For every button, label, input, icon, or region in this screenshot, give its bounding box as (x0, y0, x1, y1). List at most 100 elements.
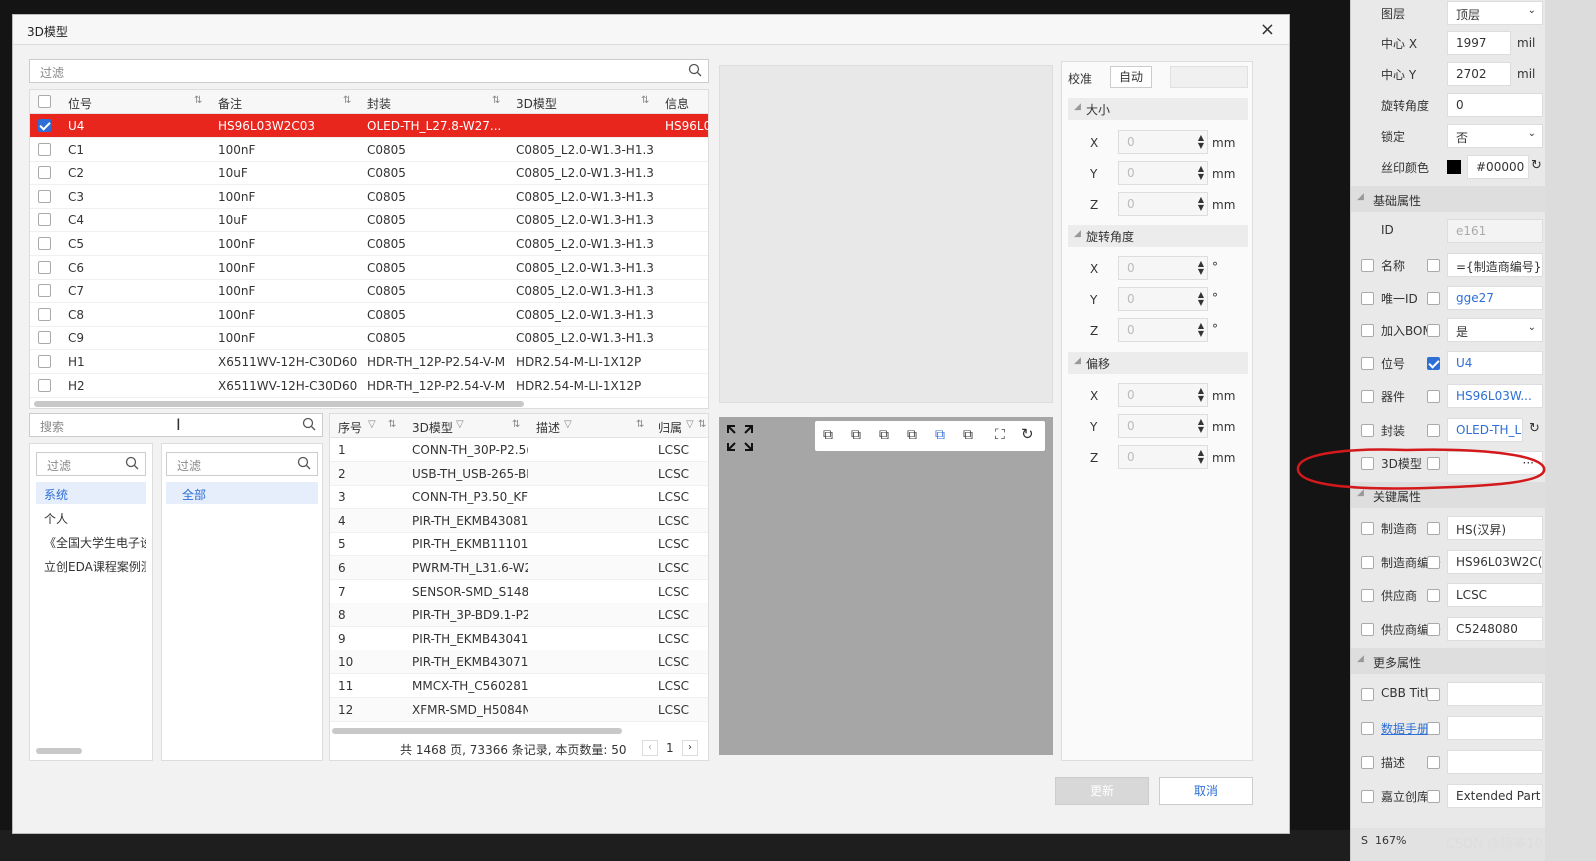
filter-icon[interactable]: ▽ (368, 419, 376, 430)
table-row[interactable]: 1 CONN-TH_30P-P2.5(LCSC (330, 438, 708, 462)
cancel-button[interactable]: 取消 (1159, 777, 1253, 805)
row-checkbox[interactable] (38, 119, 51, 132)
col-info[interactable]: 信息 (665, 95, 689, 112)
view-left-icon[interactable]: ⧉ (879, 427, 889, 443)
search-icon[interactable] (125, 456, 139, 470)
col-model[interactable]: 3D模型 (412, 419, 453, 436)
table-row[interactable]: 9 PIR-TH_EKMB43041' LCSC (330, 627, 708, 651)
table-row[interactable]: 12 XFMR-SMD_H5084N LCSC (330, 697, 708, 722)
library-item-contest[interactable]: 《全国大学生电子设 (36, 530, 146, 552)
filter-icon[interactable]: ▽ (686, 419, 694, 430)
sort-icon[interactable]: ⇅ (343, 95, 351, 106)
rot-x-input[interactable]: 0 ▲ ▼ (1118, 256, 1208, 280)
sort-icon[interactable]: ⇅ (512, 419, 520, 430)
table-row[interactable]: 7 SENSOR-SMD_S148 LCSC (330, 580, 708, 604)
row-checkbox[interactable] (38, 213, 51, 227)
category-item-all[interactable]: 全部 (166, 482, 318, 504)
row-checkbox[interactable] (38, 331, 51, 345)
table-row[interactable]: 3 CONN-TH_P3.50_KF LCSC (330, 485, 708, 510)
horizontal-scrollbar[interactable] (34, 401, 524, 407)
table-row[interactable]: 4 PIR-TH_EKMB43081' LCSC (330, 508, 708, 533)
sort-icon[interactable]: ⇅ (636, 419, 644, 430)
search-icon[interactable] (302, 417, 316, 431)
table-row[interactable]: C8 100nF C0805 C0805_L2.0-W1.3-H1.3 (30, 303, 708, 327)
table-row[interactable]: 2 USB-TH_USB-265-BF LCSC (330, 461, 708, 486)
top-filter-input[interactable]: 过滤 (29, 59, 709, 83)
auto-button[interactable]: 自动 (1110, 66, 1152, 88)
table-row[interactable]: C7 100nF C0805 C0805_L2.0-W1.3-H1.3 (30, 279, 708, 304)
rot-z-input[interactable]: 0 ▲ ▼ (1118, 318, 1208, 342)
calibrate-field[interactable] (1170, 66, 1248, 88)
sort-icon[interactable]: ⇅ (388, 419, 396, 430)
category-filter-input[interactable]: 过滤 (166, 452, 318, 476)
off-z-input[interactable]: 0 ▲ ▼ (1118, 445, 1208, 469)
row-checkbox[interactable] (38, 189, 51, 203)
expand-icon[interactable] (725, 423, 755, 453)
row-checkbox[interactable] (38, 355, 51, 368)
offset-section[interactable]: ◢ 偏移 (1068, 352, 1248, 374)
search-icon[interactable] (297, 456, 311, 470)
row-checkbox[interactable] (38, 166, 51, 180)
reset-view-icon[interactable]: ↻ (1021, 425, 1034, 443)
table-row[interactable]: 8 PIR-TH_3P-BD9.1-P2 LCSC (330, 603, 708, 628)
next-page-button[interactable]: › (682, 740, 698, 756)
filter-icon[interactable]: ▽ (564, 419, 572, 430)
view-back-icon[interactable]: ⧉ (851, 427, 861, 443)
row-checkbox[interactable] (38, 142, 51, 156)
table-row[interactable]: C4 10uF C0805 C0805_L2.0-W1.3-H1.3 (30, 208, 708, 233)
search-input[interactable]: 搜索 I (29, 413, 323, 437)
col-owner[interactable]: 归属 (658, 419, 682, 436)
table-row[interactable]: C3 100nF C0805 C0805_L2.0-W1.3-H1.3 (30, 185, 708, 209)
table-row[interactable]: H1 X6511WV-12H-C30D60 HDR-TH_12P-P2.54-V-M… (30, 350, 708, 374)
row-checkbox[interactable] (38, 307, 51, 321)
sort-icon[interactable]: ⇅ (641, 95, 649, 106)
horizontal-scrollbar[interactable] (36, 748, 82, 754)
off-y-input[interactable]: 0 ▲ ▼ (1118, 414, 1208, 438)
prev-page-button[interactable]: ‹ (642, 740, 658, 756)
table-row[interactable]: C1 100nF C0805 C0805_L2.0-W1.3-H1.3 (30, 138, 708, 162)
col-footprint[interactable]: 封装 (367, 95, 391, 112)
select-all-checkbox[interactable] (38, 95, 51, 108)
table-row[interactable]: 5 PIR-TH_EKMB111011 LCSC (330, 532, 708, 557)
reset-icon[interactable]: ↻ (1529, 421, 1540, 436)
size-x-input[interactable]: 0 ▲ ▼ (1118, 130, 1208, 154)
close-icon[interactable]: × (1260, 19, 1275, 40)
col-desc[interactable]: 描述 (536, 419, 560, 436)
color-swatch[interactable] (1447, 160, 1461, 174)
table-row[interactable]: C6 100nF C0805 C0805_L2.0-W1.3-H1.3 (30, 256, 708, 280)
reset-icon[interactable]: ↻ (1531, 158, 1542, 173)
row-checkbox[interactable] (38, 260, 51, 274)
col-ref[interactable]: 位号 (68, 95, 92, 112)
col-3dmodel[interactable]: 3D模型 (516, 95, 557, 112)
table-row[interactable]: U4 HS96L03W2C03 OLED-TH_L27.8-W27... HS96L0 (30, 114, 709, 138)
size-section[interactable]: ◢ 大小 (1068, 98, 1248, 120)
size-y-input[interactable]: 0 ▲ ▼ (1118, 161, 1208, 185)
off-x-input[interactable]: 0 ▲ ▼ (1118, 383, 1208, 407)
more-props-section[interactable]: ◢ 更多属性 (1351, 648, 1546, 674)
library-filter-input[interactable]: 过滤 (36, 452, 146, 476)
rot-y-input[interactable]: 0 ▲ ▼ (1118, 287, 1208, 311)
3d-preview[interactable]: ⧉ ⧉ ⧉ ⧉ ⧉ ⧉ ⛶ ↻ (719, 417, 1053, 755)
table-row[interactable]: 10 PIR-TH_EKMB43071' LCSC (330, 650, 708, 675)
sort-icon[interactable]: ⇅ (194, 95, 202, 106)
update-button[interactable]: 更新 (1055, 777, 1149, 805)
table-row[interactable]: C2 10uF C0805 C0805_L2.0-W1.3-H1.3 (30, 161, 708, 186)
row-checkbox[interactable] (38, 378, 51, 392)
table-row[interactable]: C9 100nF C0805 C0805_L2.0-W1.3-H1.3 (30, 326, 708, 351)
table-row[interactable]: 6 PWRM-TH_L31.6-W2 LCSC (330, 556, 708, 580)
sort-icon[interactable]: ⇅ (492, 95, 500, 106)
row-checkbox[interactable] (38, 284, 51, 298)
view-bottom-icon[interactable]: ⧉ (963, 427, 973, 443)
library-item-personal[interactable]: 个人 (36, 506, 146, 528)
fullscreen-icon[interactable]: ⛶ (995, 427, 1005, 443)
table-row[interactable]: 11 MMCX-TH_C5602818 LCSC (330, 674, 708, 698)
row-checkbox[interactable] (38, 237, 51, 250)
horizontal-scrollbar[interactable] (332, 728, 622, 734)
library-item-course[interactable]: 立创EDA课程案例测 (36, 554, 146, 576)
view-right-icon[interactable]: ⧉ (907, 427, 917, 443)
filter-icon[interactable]: ▽ (456, 419, 464, 430)
col-note[interactable]: 备注 (218, 95, 242, 112)
sort-icon[interactable]: ⇅ (698, 419, 706, 430)
view-top-icon[interactable]: ⧉ (935, 427, 945, 443)
page-number[interactable]: 1 (666, 741, 674, 755)
